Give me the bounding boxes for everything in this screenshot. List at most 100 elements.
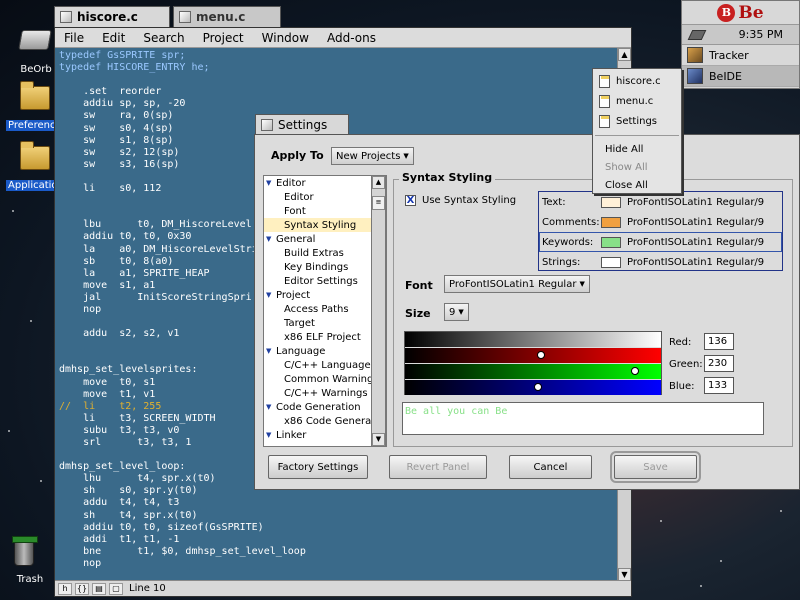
size-popup[interactable]: 9 ▼ xyxy=(444,303,469,321)
disclosure-icon[interactable]: ▼ xyxy=(266,347,276,355)
save-button[interactable]: Save xyxy=(610,451,701,483)
color-swatch[interactable] xyxy=(601,236,621,248)
style-row[interactable]: Keywords: ProFontISOLatin1 Regular/9 xyxy=(539,232,782,252)
revert-panel-button[interactable]: Revert Panel xyxy=(389,455,487,479)
close-icon[interactable] xyxy=(261,119,273,131)
use-syntax-checkbox[interactable]: X Use Syntax Styling xyxy=(405,195,516,206)
menu-add-ons[interactable]: Add-ons xyxy=(318,31,385,45)
tree-item[interactable]: Syntax Styling xyxy=(264,218,386,232)
scroll-thumb[interactable]: ≡ xyxy=(372,196,385,210)
red-knob[interactable] xyxy=(536,351,545,359)
tab-hiscore[interactable]: hiscore.c xyxy=(54,6,170,27)
function-popup-icon[interactable]: {} xyxy=(75,582,89,595)
red-field[interactable]: 136 xyxy=(704,333,734,350)
header-popup-icon[interactable]: h xyxy=(58,582,72,595)
style-font: ProFontISOLatin1 Regular/9 xyxy=(627,236,765,248)
tree-item[interactable]: Build Extras xyxy=(264,246,386,260)
clock[interactable]: 9:35 PM xyxy=(739,28,783,41)
code-line: addiu t0, t0, sizeof(GsSPRITE) xyxy=(59,521,264,533)
tree-item[interactable]: C/C++ Warnings xyxy=(264,386,386,400)
color-swatch[interactable] xyxy=(601,216,621,228)
style-name: Text: xyxy=(542,196,566,208)
popup-item-label: menu.c xyxy=(616,95,654,107)
tree-item[interactable]: Editor Settings xyxy=(264,274,386,288)
color-picker[interactable] xyxy=(404,331,662,395)
folder-icon xyxy=(20,81,50,110)
factory-settings-button[interactable]: Factory Settings xyxy=(268,455,368,479)
green-knob[interactable] xyxy=(630,367,639,375)
code-line: addiu sp, sp, -20 xyxy=(59,98,186,110)
tree-item[interactable]: ▼ Linker xyxy=(264,428,386,442)
tree-item[interactable]: Target xyxy=(264,316,386,330)
scroll-up-icon[interactable]: ▲ xyxy=(372,176,385,189)
close-icon[interactable] xyxy=(60,11,72,23)
tree-item[interactable]: ▼ General xyxy=(264,232,386,246)
blue-field[interactable]: 133 xyxy=(704,377,734,394)
popup-action-close-all[interactable]: Close All xyxy=(593,176,681,194)
close-icon[interactable] xyxy=(179,11,191,23)
popup-action-hide-all[interactable]: Hide All xyxy=(593,140,681,158)
popup-item-hiscore-c[interactable]: hiscore.c xyxy=(593,71,681,91)
menu-edit[interactable]: Edit xyxy=(93,31,134,45)
tree-item[interactable]: ▼ Editor xyxy=(264,176,386,190)
cancel-button[interactable]: Cancel xyxy=(509,455,592,479)
tab-settings[interactable]: Settings xyxy=(255,114,349,135)
doc-popup-icon[interactable]: ▤ xyxy=(92,582,106,595)
tree-item[interactable]: x86 Code Generat xyxy=(264,414,386,428)
tree-item-label: Common Warnings xyxy=(284,373,379,385)
popup-item-settings[interactable]: Settings xyxy=(593,111,681,131)
green-label: Green: xyxy=(669,359,703,370)
be-menu-button[interactable]: B Be xyxy=(682,1,799,25)
apply-to-popup[interactable]: New Projects ▼ xyxy=(331,147,414,165)
tree-item[interactable]: Common Warnings xyxy=(264,372,386,386)
scroll-up-icon[interactable]: ▲ xyxy=(618,48,631,61)
tree-item[interactable]: Font xyxy=(264,204,386,218)
color-swatch[interactable] xyxy=(601,196,621,208)
replicant-icon[interactable] xyxy=(687,29,707,40)
style-row[interactable]: Comments: ProFontISOLatin1 Regular/9 xyxy=(539,212,782,232)
font-popup[interactable]: ProFontISOLatin1 Regular ▼ xyxy=(444,275,590,293)
green-slider[interactable] xyxy=(405,364,661,379)
disclosure-icon[interactable]: ▼ xyxy=(266,291,276,299)
deskbar-app-tracker[interactable]: Tracker xyxy=(682,45,799,66)
code-line: nop xyxy=(59,557,102,569)
deskbar-app-beide[interactable]: BeIDE xyxy=(682,66,799,87)
green-field[interactable]: 230 xyxy=(704,355,734,372)
disclosure-icon[interactable]: ▼ xyxy=(266,179,276,187)
scroll-down-icon[interactable]: ▼ xyxy=(372,433,385,446)
menu-project[interactable]: Project xyxy=(194,31,253,45)
tab-title: menu.c xyxy=(196,10,246,24)
desktop-icon-trash[interactable]: Trash xyxy=(0,536,60,585)
menu-file[interactable]: File xyxy=(55,31,93,45)
red-label: Red: xyxy=(669,337,692,348)
tree-item[interactable]: ▼ Project xyxy=(264,288,386,302)
disclosure-icon[interactable]: ▼ xyxy=(266,431,276,439)
menu-window[interactable]: Window xyxy=(253,31,318,45)
file-popup-icon[interactable]: ▢ xyxy=(109,582,123,595)
style-row[interactable]: Text: ProFontISOLatin1 Regular/9 xyxy=(539,192,782,212)
tree-item[interactable]: Access Paths xyxy=(264,302,386,316)
blue-slider[interactable] xyxy=(405,380,661,395)
apply-to-label: Apply To xyxy=(271,149,324,162)
disclosure-icon[interactable]: ▼ xyxy=(266,403,276,411)
tree-item[interactable]: ▼ Language xyxy=(264,344,386,358)
gray-ramp[interactable] xyxy=(405,332,661,347)
tab-menu[interactable]: menu.c xyxy=(173,6,281,27)
blue-knob[interactable] xyxy=(533,383,542,391)
tree-item[interactable]: ▼ Code Generation xyxy=(264,400,386,414)
color-swatch[interactable] xyxy=(601,256,621,268)
disclosure-icon[interactable]: ▼ xyxy=(266,235,276,243)
tree-item-label: Editor xyxy=(276,177,306,189)
tree-item[interactable]: Key Bindings xyxy=(264,260,386,274)
popup-item-menu-c[interactable]: menu.c xyxy=(593,91,681,111)
menu-search[interactable]: Search xyxy=(134,31,193,45)
style-row[interactable]: Strings: ProFontISOLatin1 Regular/9 xyxy=(539,252,782,272)
tree-item[interactable]: x86 ELF Project xyxy=(264,330,386,344)
tree-item-label: x86 ELF Project xyxy=(284,331,361,343)
tree-scrollbar[interactable]: ▲ ≡ ▼ xyxy=(371,175,386,447)
popup-action-show-all[interactable]: Show All xyxy=(593,158,681,176)
tree-item[interactable]: C/C++ Language xyxy=(264,358,386,372)
red-slider[interactable] xyxy=(405,348,661,363)
tree-item[interactable]: Editor xyxy=(264,190,386,204)
style-list: Text: ProFontISOLatin1 Regular/9 Comments:… xyxy=(538,191,783,271)
